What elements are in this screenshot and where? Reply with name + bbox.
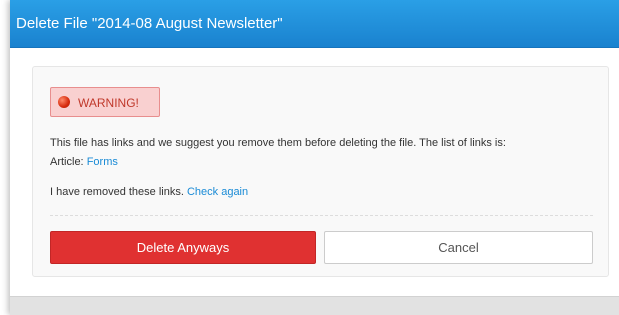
dialog-title: Delete File "2014-08 August Newsletter": [16, 15, 283, 32]
dialog-header: Delete File "2014-08 August Newsletter": [10, 0, 619, 48]
delete-anyways-button[interactable]: Delete Anyways: [50, 231, 316, 264]
divider: [50, 215, 593, 216]
delete-file-dialog: Delete File "2014-08 August Newsletter" …: [10, 0, 619, 315]
warning-label: WARNING!: [78, 96, 139, 110]
warning-badge: WARNING!: [50, 87, 160, 117]
removed-links-line: I have removed these links. Check again: [50, 186, 248, 198]
article-line: Article: Forms: [50, 156, 118, 168]
article-prefix: Article:: [50, 156, 87, 168]
warning-dot-icon: [58, 96, 70, 108]
cancel-button[interactable]: Cancel: [324, 231, 593, 264]
links-message: This file has links and we suggest you r…: [50, 137, 506, 149]
warning-panel: WARNING! This file has links and we sugg…: [32, 66, 609, 277]
article-link-forms[interactable]: Forms: [87, 156, 118, 168]
removed-links-text: I have removed these links.: [50, 186, 187, 198]
dialog-footer: [10, 296, 619, 315]
check-again-link[interactable]: Check again: [187, 186, 248, 198]
